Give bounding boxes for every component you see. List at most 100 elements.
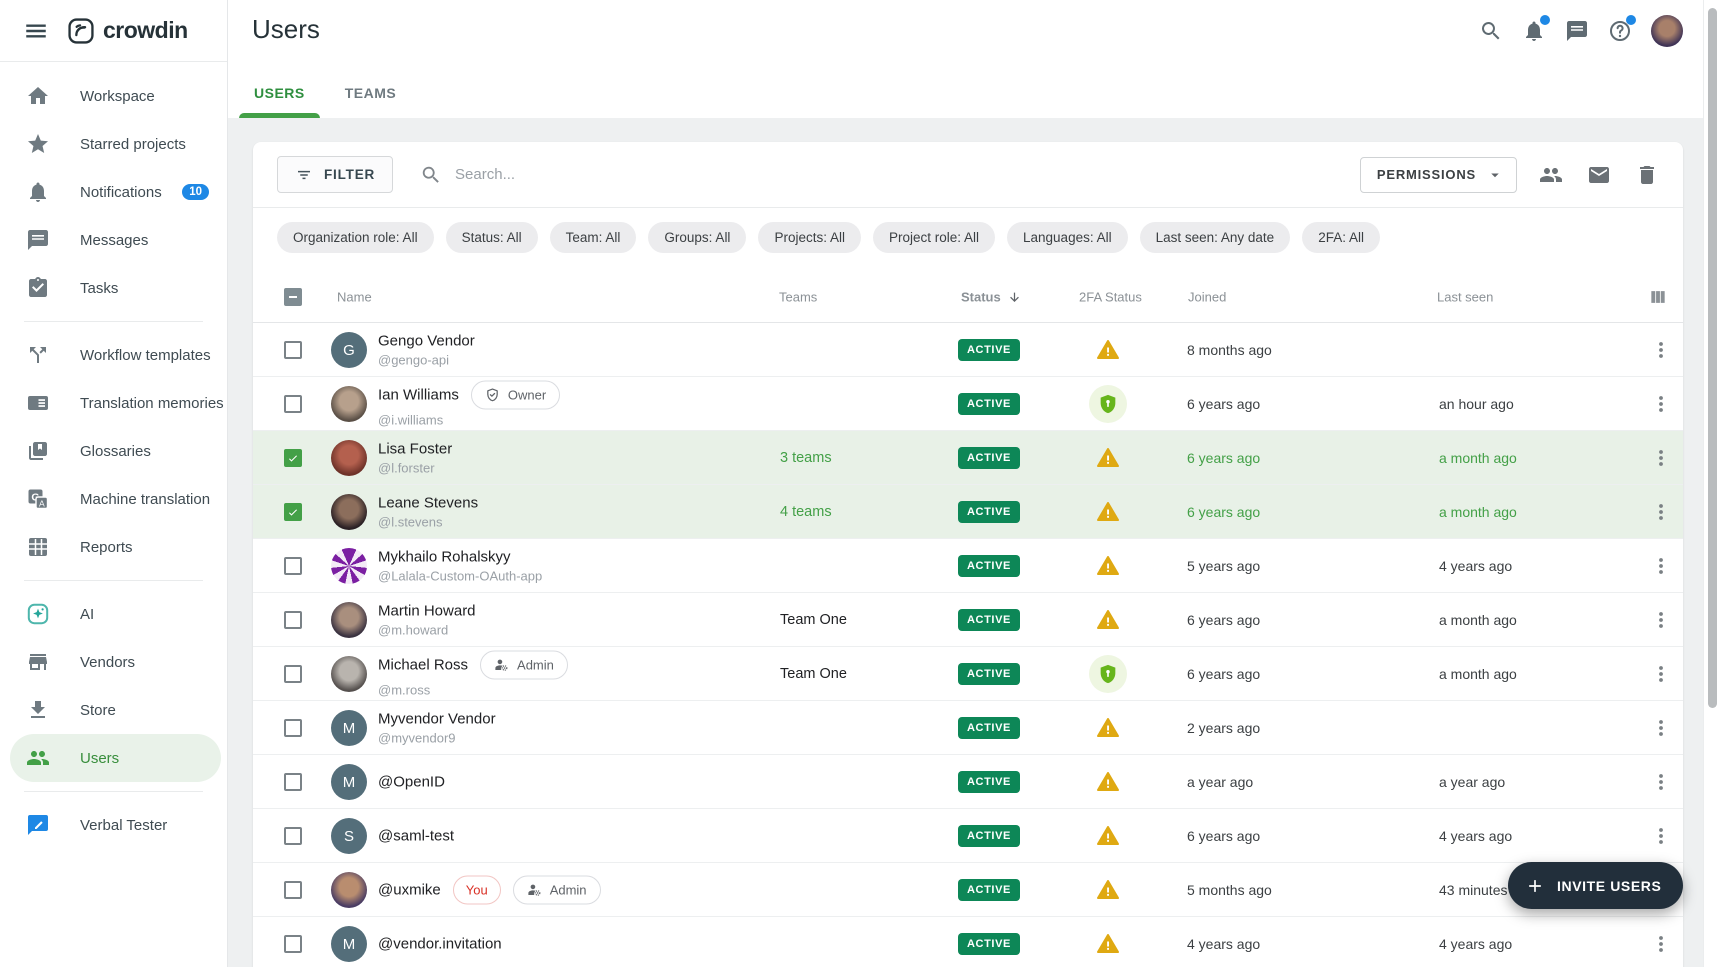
row-checkbox[interactable] — [284, 827, 302, 845]
table-row[interactable]: M@OpenIDACTIVEa year agoa year ago — [253, 755, 1683, 809]
sidebar-item-store[interactable]: Store — [0, 686, 227, 734]
user-name[interactable]: Lisa Foster — [378, 440, 452, 457]
table-columns-icon[interactable] — [1648, 287, 1668, 307]
row-menu-button[interactable] — [1649, 608, 1673, 632]
sidebar-item-workflow-templates[interactable]: Workflow templates — [0, 331, 227, 379]
sidebar-item-messages[interactable]: Messages — [0, 216, 227, 264]
user-name[interactable]: Leane Stevens — [378, 494, 478, 511]
sidebar-item-machine-translation[interactable]: GAMachine translation — [0, 475, 227, 523]
table-row[interactable]: @uxmikeYouAdminACTIVE5 months ago43 minu… — [253, 863, 1683, 917]
search-icon[interactable] — [1479, 19, 1503, 43]
row-checkbox[interactable] — [284, 719, 302, 737]
table-row[interactable]: M@vendor.invitationACTIVE4 years ago4 ye… — [253, 917, 1683, 967]
row-checkbox[interactable] — [284, 611, 302, 629]
user-name[interactable]: Ian Williams — [378, 386, 459, 403]
tab-teams[interactable]: TEAMS — [343, 73, 399, 118]
row-checkbox[interactable] — [284, 503, 302, 521]
user-name[interactable]: Myvendor Vendor — [378, 710, 496, 727]
sidebar-item-reports[interactable]: Reports — [0, 523, 227, 571]
teams-cell[interactable]: 4 teams — [780, 485, 832, 539]
user-name[interactable]: @OpenID — [378, 773, 445, 790]
table-row[interactable]: MMyvendor Vendor@myvendor9ACTIVE2 years … — [253, 701, 1683, 755]
sidebar-item-verbal-tester[interactable]: Verbal Tester — [0, 801, 227, 849]
row-menu-button[interactable] — [1649, 716, 1673, 740]
table-row[interactable]: S@saml-testACTIVE6 years ago4 years ago — [253, 809, 1683, 863]
filter-chip-2fa[interactable]: 2FA: All — [1302, 222, 1380, 253]
sidebar-item-vendors[interactable]: Vendors — [0, 638, 227, 686]
table-row[interactable]: GGengo Vendor@gengo-apiACTIVE8 months ag… — [253, 323, 1683, 377]
row-checkbox[interactable] — [284, 395, 302, 413]
row-menu-button[interactable] — [1649, 500, 1673, 524]
user-avatar[interactable] — [1651, 15, 1683, 47]
row-menu-button[interactable] — [1649, 554, 1673, 578]
row-menu-button[interactable] — [1649, 932, 1673, 956]
select-all-checkbox[interactable] — [284, 288, 302, 306]
user-name[interactable]: Michael Ross — [378, 656, 468, 673]
column-teams[interactable]: Teams — [779, 289, 817, 304]
user-name[interactable]: Mykhailo Rohalskyy — [378, 548, 511, 565]
crowdin-logo[interactable]: crowdin — [67, 17, 188, 45]
user-name[interactable]: Martin Howard — [378, 602, 476, 619]
row-menu-button[interactable] — [1649, 662, 1673, 686]
filter-chip-groups[interactable]: Groups: All — [648, 222, 746, 253]
sidebar-item-notifications[interactable]: Notifications10 — [0, 168, 227, 216]
row-checkbox[interactable] — [284, 665, 302, 683]
sidebar-item-workspace[interactable]: Workspace — [0, 72, 227, 120]
table-row[interactable]: Lisa Foster@l.forster3 teamsACTIVE6 year… — [253, 431, 1683, 485]
teams-cell[interactable]: 3 teams — [780, 431, 832, 485]
delete-icon[interactable] — [1635, 163, 1659, 187]
filter-chip-team[interactable]: Team: All — [550, 222, 637, 253]
row-menu-button[interactable] — [1649, 338, 1673, 362]
notifications-button[interactable] — [1522, 19, 1546, 43]
help-button[interactable] — [1608, 19, 1632, 43]
row-checkbox[interactable] — [284, 341, 302, 359]
sidebar-item-starred-projects[interactable]: Starred projects — [0, 120, 227, 168]
add-to-team-icon[interactable] — [1539, 163, 1563, 187]
sidebar-item-users[interactable]: Users — [10, 734, 221, 782]
twofa-enabled-icon — [1089, 385, 1127, 423]
user-name[interactable]: @uxmike — [378, 881, 441, 898]
filter-chip-last-seen[interactable]: Last seen: Any date — [1140, 222, 1291, 253]
user-name[interactable]: @vendor.invitation — [378, 935, 502, 952]
table-row[interactable]: Mykhailo Rohalskyy@Lalala-Custom-OAuth-a… — [253, 539, 1683, 593]
messages-icon[interactable] — [1565, 19, 1589, 43]
sidebar-item-tasks[interactable]: Tasks — [0, 264, 227, 312]
filter-chip-project-role[interactable]: Project role: All — [873, 222, 995, 253]
sidebar-item-translation-memories[interactable]: Translation memories — [0, 379, 227, 427]
row-checkbox[interactable] — [284, 881, 302, 899]
row-checkbox[interactable] — [284, 773, 302, 791]
filter-chip-organization-role[interactable]: Organization role: All — [277, 222, 434, 253]
mail-icon[interactable] — [1587, 163, 1611, 187]
sidebar-item-glossaries[interactable]: Glossaries — [0, 427, 227, 475]
table-row[interactable]: Ian WilliamsOwner@i.williamsACTIVE6 year… — [253, 377, 1683, 431]
table-row[interactable]: Martin Howard@m.howardTeam OneACTIVE6 ye… — [253, 593, 1683, 647]
column-last-seen[interactable]: Last seen — [1437, 289, 1493, 304]
table-row[interactable]: Michael RossAdmin@m.rossTeam OneACTIVE6 … — [253, 647, 1683, 701]
filter-button[interactable]: FILTER — [277, 156, 393, 193]
user-name[interactable]: Gengo Vendor — [378, 332, 475, 349]
column-2fa-status[interactable]: 2FA Status — [1079, 289, 1142, 304]
scrollbar-thumb[interactable] — [1708, 8, 1717, 708]
row-menu-button[interactable] — [1649, 392, 1673, 416]
search-input[interactable] — [455, 166, 855, 183]
table-row[interactable]: Leane Stevens@l.stevens4 teamsACTIVE6 ye… — [253, 485, 1683, 539]
column-name[interactable]: Name — [337, 289, 372, 304]
tab-users[interactable]: USERS — [252, 73, 307, 118]
filter-chip-languages[interactable]: Languages: All — [1007, 222, 1128, 253]
row-menu-button[interactable] — [1649, 770, 1673, 794]
column-joined[interactable]: Joined — [1188, 289, 1226, 304]
row-checkbox[interactable] — [284, 449, 302, 467]
user-name[interactable]: @saml-test — [378, 827, 454, 844]
row-checkbox[interactable] — [284, 935, 302, 953]
column-status[interactable]: Status — [961, 289, 1022, 304]
permissions-button[interactable]: PERMISSIONS — [1360, 157, 1517, 193]
filter-chip-projects[interactable]: Projects: All — [758, 222, 861, 253]
filter-chip-status[interactable]: Status: All — [446, 222, 538, 253]
row-menu-button[interactable] — [1649, 824, 1673, 848]
row-menu-button[interactable] — [1649, 446, 1673, 470]
menu-icon[interactable] — [23, 18, 49, 44]
page-scrollbar[interactable] — [1703, 0, 1720, 967]
invite-users-button[interactable]: INVITE USERS — [1508, 862, 1683, 909]
sidebar-item-ai[interactable]: AI — [0, 590, 227, 638]
row-checkbox[interactable] — [284, 557, 302, 575]
